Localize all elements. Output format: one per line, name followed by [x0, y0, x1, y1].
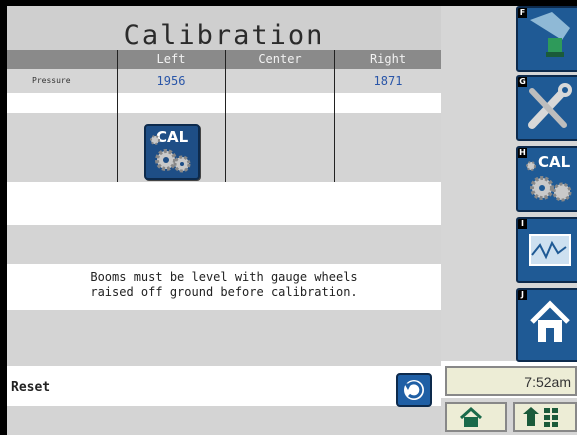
softkey-cal-label: CAL [538, 153, 571, 171]
button-row [7, 113, 441, 182]
header-right: Right [369, 52, 407, 66]
undo-arrow-icon [404, 380, 424, 400]
up-arrow-grid-icon [523, 407, 558, 427]
instruction-note: Booms must be level with gauge wheels ra… [7, 264, 441, 310]
left-value: 1956 [156, 74, 186, 88]
column-divider [117, 50, 118, 182]
header-left: Left [156, 52, 186, 66]
home-icon [530, 300, 570, 342]
softkey-j[interactable]: J [516, 288, 577, 362]
reset-row: Reset [7, 366, 441, 407]
page-menu-button[interactable] [513, 402, 577, 432]
row-label: Pressure [32, 76, 71, 85]
clock-display: 7:52am [445, 366, 577, 396]
column-divider [334, 50, 335, 182]
reset-button[interactable] [396, 373, 432, 407]
softkey-column: F G H CAL I J [513, 6, 577, 362]
softkey-letter: H [518, 148, 527, 158]
table-header: Left Center Right [7, 50, 441, 69]
table-row: Pressure 1956 1871 [7, 69, 441, 93]
header-center: Center [258, 52, 302, 66]
column-divider [225, 50, 226, 182]
blank-row [7, 182, 441, 225]
softkey-i[interactable]: I [516, 217, 577, 283]
right-value: 1871 [373, 74, 403, 88]
blank-row [7, 93, 441, 113]
softkey-letter: G [518, 77, 527, 87]
softkey-g[interactable]: G [516, 75, 577, 141]
softkey-letter: F [518, 8, 527, 18]
title-bar: Calibration [7, 6, 441, 51]
blank-row [7, 225, 441, 264]
gears-icon [150, 135, 191, 173]
softkey-letter: I [518, 219, 527, 229]
note-line-2: raised off ground before calibration. [90, 285, 358, 299]
calibration-panel: Calibration Left Center Right Pressure 1… [7, 6, 441, 435]
softkey-letter: J [518, 290, 527, 300]
reset-label: Reset [11, 380, 51, 395]
clock-time: 7:52am [524, 374, 571, 390]
left-frame [0, 0, 7, 435]
note-line-1: Booms must be level with gauge wheels [90, 270, 358, 284]
side-gutter [441, 6, 513, 361]
calibrate-left-button[interactable]: CAL [144, 124, 200, 180]
softkey-f[interactable]: F [516, 6, 577, 72]
softkey-h[interactable]: H CAL [516, 146, 577, 212]
home-button[interactable] [445, 402, 507, 432]
home-icon [459, 406, 483, 427]
page-title: Calibration [123, 20, 325, 51]
